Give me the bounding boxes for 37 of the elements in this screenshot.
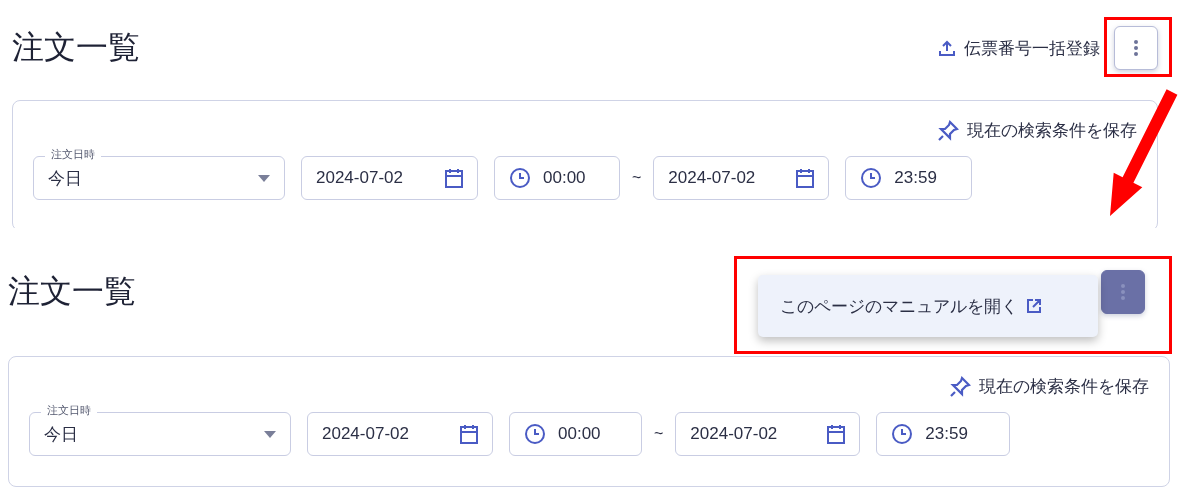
bulk-register-link[interactable]: 伝票番号一括登録 <box>938 36 1100 60</box>
pin-icon <box>949 375 971 398</box>
more-icon <box>1120 283 1126 301</box>
time-field[interactable]: 00:00 <box>494 156 620 200</box>
pin-icon <box>937 119 959 142</box>
more-button[interactable] <box>1114 26 1158 70</box>
range-separator: ~ <box>654 425 664 443</box>
field-label: 注文日時 <box>45 147 101 162</box>
calendar-icon <box>460 424 478 444</box>
more-button[interactable] <box>1101 270 1145 314</box>
menu-item[interactable]: このページのマニュアルを開く <box>780 294 1042 318</box>
time-field[interactable]: 23:59 <box>845 156 973 200</box>
date-field[interactable]: 2024-07-02 <box>653 156 830 200</box>
clock-icon <box>891 423 914 445</box>
range-separator: ~ <box>632 169 642 187</box>
field-label: 注文日時 <box>41 403 97 418</box>
calendar-icon <box>827 424 846 444</box>
dropdown-caret-icon <box>258 174 270 182</box>
highlight-frame <box>1104 17 1172 77</box>
clock-icon <box>860 167 883 189</box>
time-field[interactable]: 00:00 <box>509 412 642 456</box>
calendar-icon <box>445 168 463 188</box>
date-field[interactable]: 2024-07-02 <box>301 156 478 200</box>
date-field[interactable]: 2024-07-02 <box>307 412 493 456</box>
date-field[interactable]: 2024-07-02 <box>675 412 861 456</box>
calendar-icon <box>796 168 815 188</box>
page-title: 注文一覧 <box>8 272 136 311</box>
save-search-link[interactable]: 現在の検索条件を保存 <box>937 119 1137 142</box>
clock-icon <box>524 423 546 445</box>
upload-icon <box>938 39 956 57</box>
more-icon <box>1133 39 1139 57</box>
dropdown-caret-icon <box>264 430 276 438</box>
external-link-icon <box>1026 298 1042 314</box>
clock-icon <box>509 167 531 189</box>
save-search-link[interactable]: 現在の検索条件を保存 <box>949 375 1149 398</box>
page-title: 注文一覧 <box>12 28 140 67</box>
time-field[interactable]: 23:59 <box>876 412 1011 456</box>
